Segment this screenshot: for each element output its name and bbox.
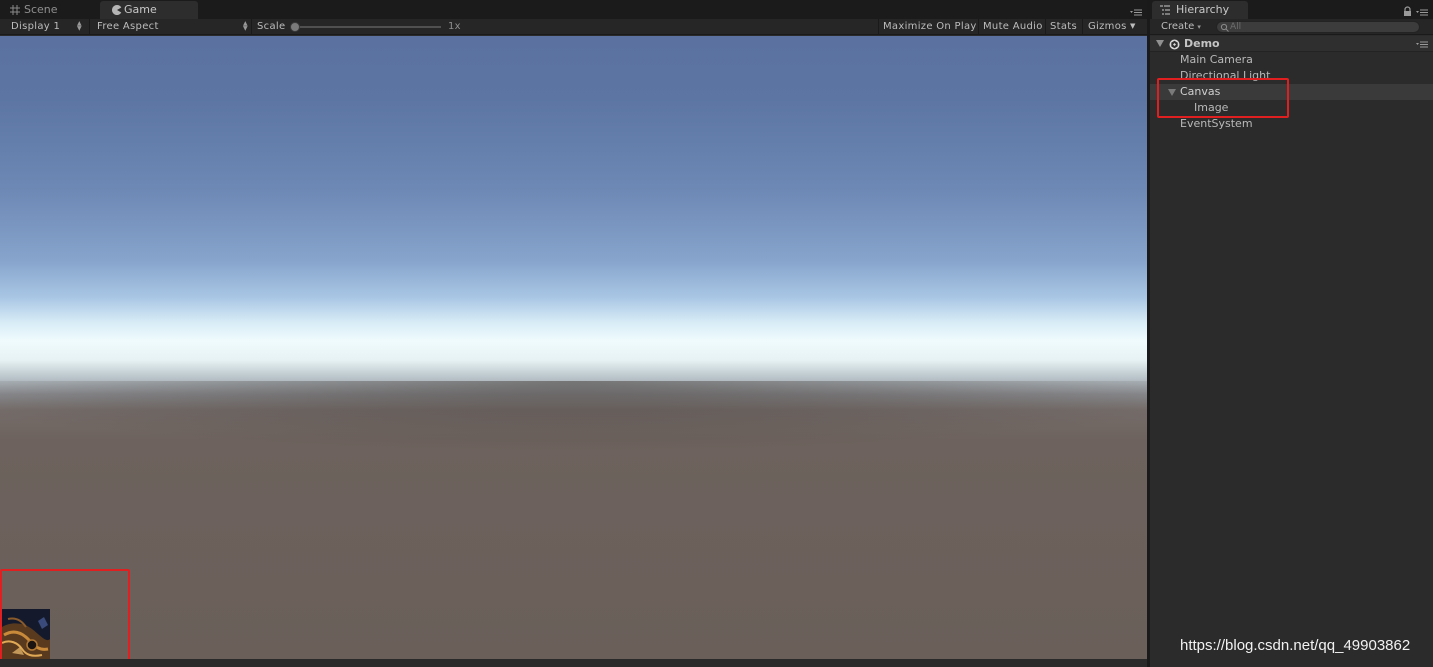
aspect-dropdown[interactable]: Free Aspect (97, 19, 159, 35)
pacman-icon (111, 4, 122, 15)
create-dropdown-arrow-icon: ▾ (1197, 23, 1201, 31)
create-dropdown-label: Create (1161, 21, 1195, 32)
scale-label: Scale (257, 21, 286, 32)
gizmos-dropdown-icon[interactable]: ▼ (1130, 19, 1136, 35)
hierarchy-panel: Hierarchy Create ▾ De (1150, 0, 1433, 667)
tab-game[interactable]: Game (100, 1, 198, 19)
game-panel-tabbar: Scene Game (0, 0, 1147, 19)
toolbar-divider (251, 19, 252, 35)
stats-toggle[interactable]: Stats (1050, 19, 1077, 35)
hierarchy-item-eventsystem[interactable]: EventSystem (1150, 116, 1433, 132)
display-dropdown[interactable]: Display 1 (11, 19, 60, 35)
gizmos-toggle[interactable]: Gizmos (1088, 19, 1127, 35)
toolbar-divider (1045, 19, 1046, 35)
scale-value: 1x (448, 21, 461, 32)
maximize-on-play-label: Maximize On Play (883, 21, 977, 32)
mute-audio-label: Mute Audio (983, 21, 1043, 32)
hierarchy-menu-icon[interactable] (1415, 5, 1429, 17)
grid-icon (10, 5, 20, 15)
unity-scene-icon (1169, 39, 1180, 50)
gizmos-label: Gizmos (1088, 21, 1127, 32)
canvas-highlight-box (1157, 78, 1289, 118)
game-panel: Scene Game Display 1 ▲ ▼ Free Aspect ▲ ▼ S… (0, 0, 1147, 667)
display-dropdown-label: Display 1 (11, 21, 61, 32)
search-input[interactable] (1230, 21, 1410, 33)
hierarchy-tabbar: Hierarchy (1150, 0, 1433, 19)
tab-hierarchy-label: Hierarchy (1176, 3, 1230, 16)
game-viewport[interactable] (0, 36, 1147, 659)
watermark-text: https://blog.csdn.net/qq_49903862 (1180, 637, 1411, 654)
toolbar-divider (1082, 19, 1083, 35)
game-panel-bottom-strip (0, 659, 1147, 667)
scene-menu-icon[interactable] (1415, 39, 1429, 49)
scene-fold-arrow-icon[interactable] (1156, 40, 1164, 47)
scene-name: Demo (1184, 37, 1220, 50)
lock-icon[interactable] (1403, 6, 1412, 17)
tab-scene-label: Scene (24, 3, 58, 16)
tab-scene[interactable]: Scene (0, 1, 98, 19)
hierarchy-item-main-camera[interactable]: Main Camera (1150, 52, 1433, 68)
image-highlight-box (0, 569, 130, 664)
stats-label: Stats (1050, 21, 1078, 32)
hierarchy-item-label: EventSystem (1180, 117, 1253, 130)
hierarchy-list-icon (1160, 5, 1170, 15)
panel-menu-icon[interactable] (1129, 5, 1143, 17)
hierarchy-toolbar: Create ▾ (1150, 19, 1433, 35)
scale-slider-handle[interactable] (290, 22, 300, 32)
toolbar-divider (878, 19, 879, 35)
scale-slider-track[interactable] (293, 26, 441, 28)
hierarchy-item-label: Main Camera (1180, 53, 1253, 66)
display-dropdown-arrows-icon: ▲ ▼ (77, 20, 82, 32)
toolbar-divider (89, 19, 90, 35)
game-toolbar: Display 1 ▲ ▼ Free Aspect ▲ ▼ Scale 1x Max… (0, 19, 1147, 35)
toolbar-divider (978, 19, 979, 35)
hierarchy-search[interactable] (1216, 21, 1420, 33)
tab-hierarchy[interactable]: Hierarchy (1152, 1, 1248, 19)
aspect-dropdown-arrows-icon: ▲ ▼ (243, 20, 248, 32)
scene-header-demo[interactable]: Demo (1150, 36, 1433, 52)
aspect-dropdown-label: Free Aspect (97, 21, 159, 32)
search-icon (1220, 23, 1229, 32)
mute-audio-toggle[interactable]: Mute Audio (983, 19, 1043, 35)
maximize-on-play-toggle[interactable]: Maximize On Play (883, 19, 977, 35)
tab-game-label: Game (124, 3, 157, 16)
horizon-shading (0, 381, 1147, 451)
create-dropdown[interactable]: Create ▾ (1161, 19, 1201, 35)
